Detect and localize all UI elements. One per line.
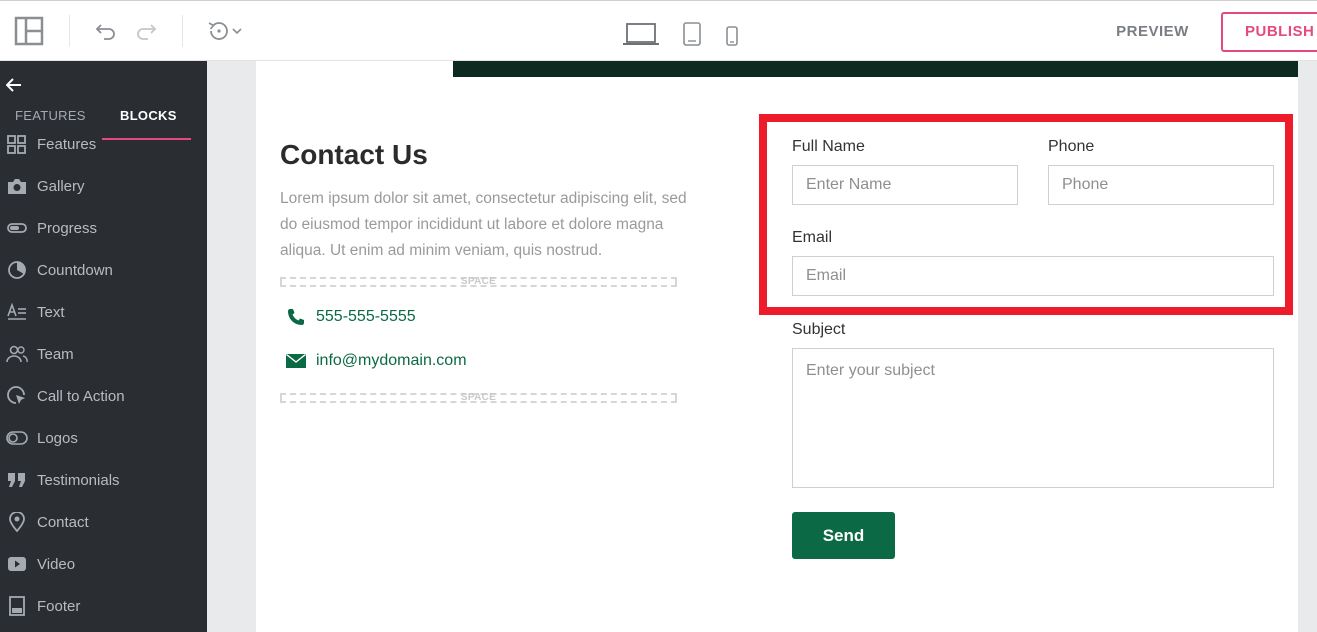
play-video-icon [6,553,28,575]
redo-icon[interactable] [132,19,160,43]
sidebar-item-label: Footer [37,597,81,615]
sidebar-item-footer[interactable]: Footer [0,588,207,624]
contact-description[interactable]: Lorem ipsum dolor sit amet, consectetur … [280,186,690,264]
sidebar-item-label: Contact [37,513,89,531]
tablet-icon[interactable] [680,21,704,47]
contact-email[interactable]: info@mydomain.com [286,351,467,371]
team-users-icon [6,343,28,365]
sidebar-item-label: Video [37,555,76,573]
sidebar-item-label: Features [37,135,97,153]
publish-button[interactable]: PUBLISH [1221,12,1317,52]
full-name-input[interactable] [792,165,1018,205]
sidebar-item-label: Team [37,345,74,363]
toolbar-divider [182,15,183,47]
sidebar-item-label: Call to Action [37,387,125,405]
blocks-sidebar: FEATURES BLOCKS Features Gallery Progres… [0,61,207,632]
back-arrow-icon[interactable] [5,77,24,95]
sidebar-item-text[interactable]: Text [0,294,207,330]
page-canvas: Contact Us Lorem ipsum dolor sit amet, c… [256,61,1298,632]
space-block[interactable]: SPACE [280,276,677,287]
tab-features[interactable]: FEATURES [15,108,86,123]
pointer-click-icon [6,385,28,407]
tab-blocks[interactable]: BLOCKS [120,108,177,123]
sidebar-item-label: Countdown [37,261,113,279]
mobile-icon[interactable] [722,25,742,47]
preview-button[interactable]: PREVIEW [1100,19,1205,45]
sidebar-item-gallery[interactable]: Gallery [0,168,207,204]
subject-textarea[interactable] [792,348,1274,488]
quote-icon [6,469,28,491]
footer-block-icon [6,595,28,617]
phone-icon [286,307,306,327]
sidebar-item-features[interactable]: Features [0,126,207,162]
email-label: Email [792,229,833,246]
layout-panels-icon[interactable] [12,14,46,48]
sidebar-item-video[interactable]: Video [0,546,207,582]
text-align-icon [6,301,28,323]
undo-icon[interactable] [92,19,120,43]
email-input[interactable] [792,256,1274,296]
sidebar-item-label: Text [37,303,65,321]
envelope-icon [286,351,306,371]
phone-label: Phone [1048,138,1095,155]
sidebar-item-testimonials[interactable]: Testimonials [0,462,207,498]
top-toolbar: PREVIEW PUBLISH [0,0,1317,61]
features-grid-icon [6,133,28,155]
map-pin-icon [6,511,28,533]
sidebar-item-label: Progress [37,219,98,237]
subject-label: Subject [792,321,846,338]
sidebar-item-contact[interactable]: Contact [0,504,207,540]
sidebar-item-progress[interactable]: Progress [0,210,207,246]
email-address: info@mydomain.com [316,352,467,369]
phone-number: 555-555-5555 [316,308,416,325]
contact-heading[interactable]: Contact Us [280,139,428,171]
full-name-label: Full Name [792,138,865,155]
sidebar-item-label: Testimonials [37,471,120,489]
camera-icon [6,175,28,197]
phone-input[interactable] [1048,165,1274,205]
sidebar-item-label: Logos [37,429,78,447]
sidebar-item-team[interactable]: Team [0,336,207,372]
space-block[interactable]: SPACE [280,392,677,403]
desktop-icon[interactable] [622,21,660,47]
sidebar-item-countdown[interactable]: Countdown [0,252,207,288]
progress-bar-icon [6,217,28,239]
history-icon[interactable] [205,19,245,43]
space-label: SPACE [460,276,497,287]
toolbar-divider [69,15,70,47]
section-top-band [453,61,1298,77]
sidebar-item-logos[interactable]: Logos [0,420,207,456]
countdown-clock-icon [6,259,28,281]
space-label: SPACE [460,392,497,403]
sidebar-item-label: Gallery [37,177,85,195]
send-button[interactable]: Send [792,512,895,559]
logos-toggle-icon [6,427,28,449]
sidebar-item-call-to-action[interactable]: Call to Action [0,378,207,414]
contact-phone[interactable]: 555-555-5555 [286,307,416,327]
